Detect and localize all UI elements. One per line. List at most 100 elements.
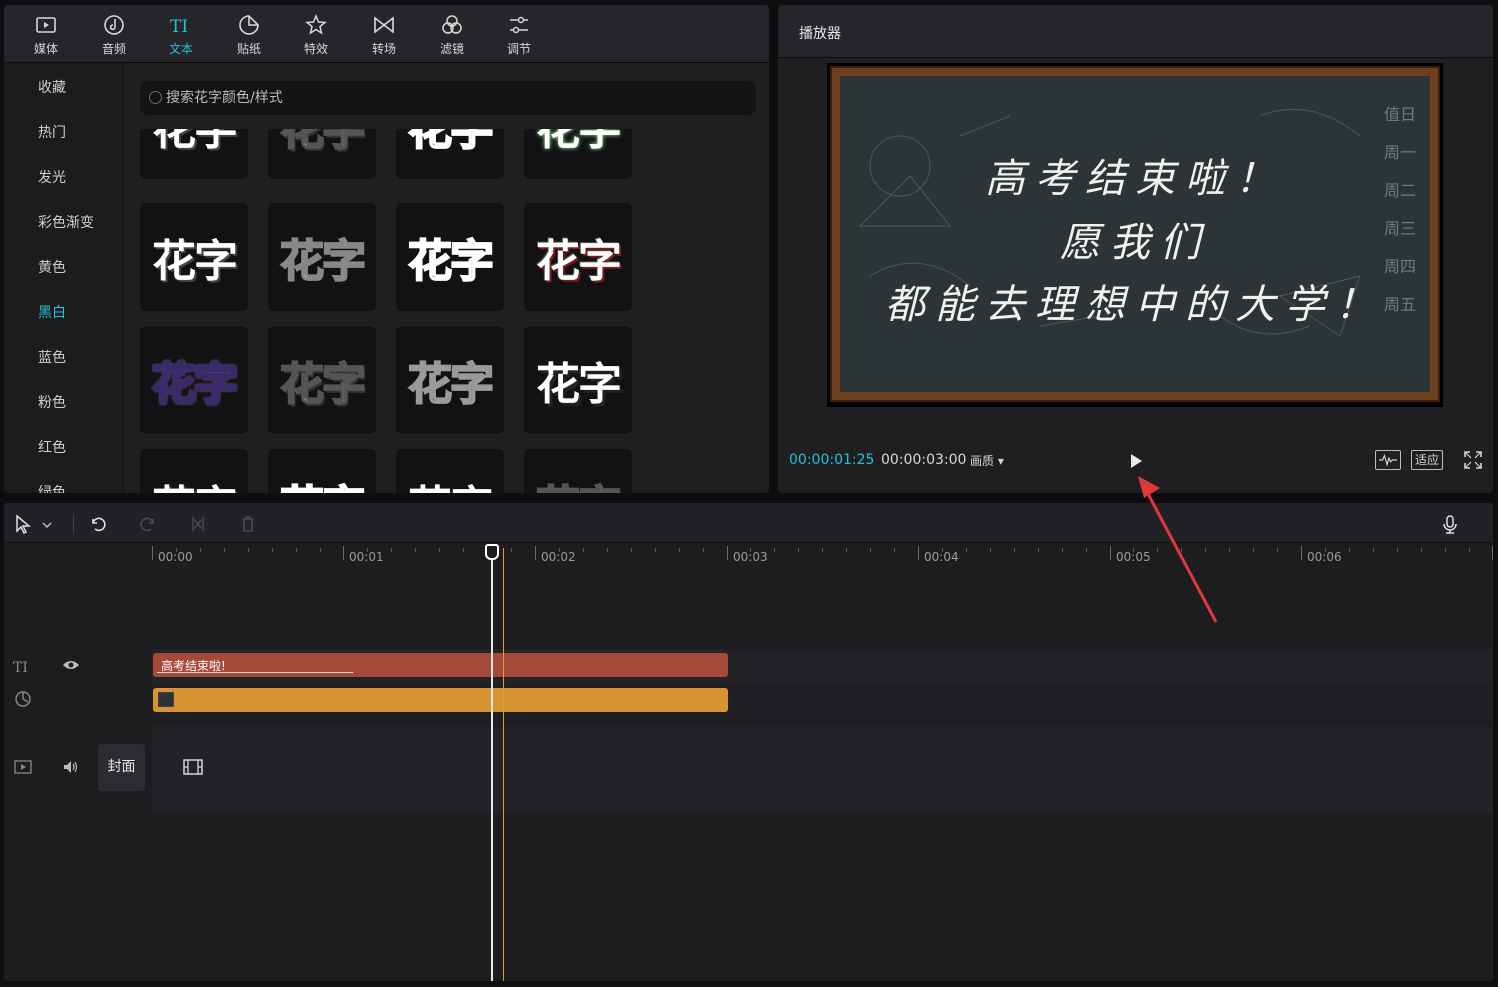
ruler-minor-tick: [750, 548, 752, 552]
undo-icon[interactable]: [87, 513, 109, 535]
filter-icon: [442, 15, 462, 34]
style-tile[interactable]: 花字: [396, 203, 504, 311]
play-button[interactable]: [1125, 450, 1147, 472]
tab-adjust-label: 调节: [506, 42, 531, 56]
style-category-list: 收藏 热门 发光 彩色渐变 黄色 黑白 蓝色 粉色 红色 绿色: [4, 63, 124, 493]
fit-button[interactable]: 适应: [1411, 450, 1443, 470]
ruler-minor-tick: [1133, 548, 1135, 552]
volume-icon[interactable]: [62, 759, 80, 775]
ruler-minor-tick: [247, 548, 249, 552]
ruler-minor-tick: [511, 548, 513, 552]
waveform-icon: [1379, 453, 1397, 467]
ruler-minor-tick: [582, 548, 584, 552]
ruler-minor-tick: [1157, 548, 1159, 552]
media-icon: [36, 17, 56, 33]
style-tile-preview: 花字: [407, 358, 495, 411]
chevron-down-icon[interactable]: [40, 513, 54, 535]
ruler-label: 00:06: [1307, 550, 1342, 564]
category-green[interactable]: 绿色: [38, 482, 66, 493]
category-pink[interactable]: 粉色: [38, 392, 66, 412]
category-gradient[interactable]: 彩色渐变: [38, 212, 94, 232]
effect-clip[interactable]: [153, 688, 728, 712]
style-tile[interactable]: 花字: [524, 129, 632, 179]
category-blue[interactable]: 蓝色: [38, 347, 66, 367]
style-tile[interactable]: 花字: [396, 129, 504, 179]
waveform-button[interactable]: [1375, 450, 1401, 470]
time-ruler[interactable]: 00:00 00:01 00:02 00:03 00:04 00:05 00:0…: [4, 544, 1493, 566]
ruler-minor-tick: [702, 548, 704, 552]
tab-text-label: 文本: [168, 42, 193, 56]
delete-icon[interactable]: [237, 513, 259, 535]
redo-icon[interactable]: [137, 513, 159, 535]
ruler-minor-tick: [1444, 548, 1446, 552]
main-video-track: [152, 727, 1493, 813]
style-tile[interactable]: 花字: [140, 326, 248, 434]
split-icon[interactable]: [187, 513, 209, 535]
tab-adjust[interactable]: 调节: [492, 11, 546, 59]
category-favorites[interactable]: 收藏: [38, 77, 66, 97]
playhead-handle[interactable]: [485, 544, 499, 560]
style-tile[interactable]: 花字: [140, 129, 248, 179]
ruler-minor-tick: [1181, 548, 1183, 552]
style-tile[interactable]: 花字: [140, 203, 248, 311]
tab-audio[interactable]: 音频: [87, 11, 141, 59]
category-yellow[interactable]: 黄色: [38, 257, 66, 277]
player-title: 播放器: [799, 26, 841, 42]
tab-media[interactable]: 媒体: [19, 11, 73, 59]
tab-sticker[interactable]: 贴纸: [222, 11, 276, 59]
total-time: 00:00:03:00: [881, 452, 967, 468]
style-tile-preview: 花字: [279, 471, 367, 493]
style-tile[interactable]: 花字: [268, 449, 376, 493]
style-tile-preview: 花字: [407, 235, 495, 288]
category-black-white[interactable]: 黑白: [38, 302, 66, 322]
category-red[interactable]: 红色: [38, 437, 66, 457]
fullscreen-icon[interactable]: [1463, 450, 1483, 470]
style-tile[interactable]: 花字: [396, 326, 504, 434]
ruler-tick: [918, 546, 919, 560]
ruler-minor-tick: [1253, 548, 1255, 552]
style-tile[interactable]: 花字: [524, 449, 632, 493]
adjust-icon: [510, 16, 528, 34]
ruler-minor-tick: [319, 548, 321, 552]
style-tile[interactable]: 花字: [140, 449, 248, 493]
caption-line-2: 愿我们: [1060, 220, 1210, 266]
category-toolbar: 媒体 音频 TI 文本 贴纸 特效 转场 滤镜 调节: [4, 5, 769, 63]
caption-line-1: 高考结束啦！: [985, 156, 1285, 202]
style-tile[interactable]: 花字: [268, 203, 376, 311]
style-tile[interactable]: 花字: [524, 203, 632, 311]
ruler-minor-tick: [606, 548, 608, 552]
category-hot[interactable]: 热门: [38, 122, 66, 142]
playhead[interactable]: [491, 548, 493, 981]
tab-effects[interactable]: 特效: [289, 11, 343, 59]
cover-button[interactable]: 封面: [98, 744, 145, 791]
ruler-tick: [1110, 546, 1111, 560]
search-input[interactable]: [166, 81, 726, 115]
tab-filter[interactable]: 滤镜: [425, 11, 479, 59]
style-tile[interactable]: 花字: [268, 326, 376, 434]
ruler-minor-tick: [894, 548, 896, 552]
animation-line: [157, 672, 353, 673]
tab-transition[interactable]: 转场: [357, 11, 411, 59]
microphone-icon[interactable]: [1439, 513, 1461, 535]
ruler-minor-tick: [774, 548, 776, 552]
style-tile[interactable]: 花字: [396, 449, 504, 493]
style-tile[interactable]: 花字: [268, 129, 376, 179]
text-clip[interactable]: 高考结束啦!: [153, 653, 728, 677]
category-glow[interactable]: 发光: [38, 167, 66, 187]
ruler-minor-tick: [1085, 548, 1087, 552]
tab-text[interactable]: TI 文本: [154, 11, 208, 59]
current-time: 00:00:01:25: [789, 452, 875, 468]
text-track-icon: TI: [13, 660, 28, 675]
effects-icon: [305, 14, 327, 35]
eye-icon[interactable]: [62, 658, 80, 672]
film-icon[interactable]: [182, 758, 204, 776]
style-tile-preview: 花字: [152, 236, 238, 287]
select-tool-icon[interactable]: [12, 513, 34, 535]
ruler-minor-tick: [654, 548, 656, 552]
quality-dropdown[interactable]: 画质 ▾: [970, 452, 1004, 469]
video-preview[interactable]: 值日 周一 周二 周三 周四 周五 高考结束啦！ 愿我们 都能去理想中的大学！: [827, 63, 1443, 407]
style-tile[interactable]: 花字: [524, 326, 632, 434]
ruler-label: 00:04: [924, 550, 959, 564]
ruler-minor-tick: [1013, 548, 1015, 552]
search-box: [140, 81, 756, 115]
